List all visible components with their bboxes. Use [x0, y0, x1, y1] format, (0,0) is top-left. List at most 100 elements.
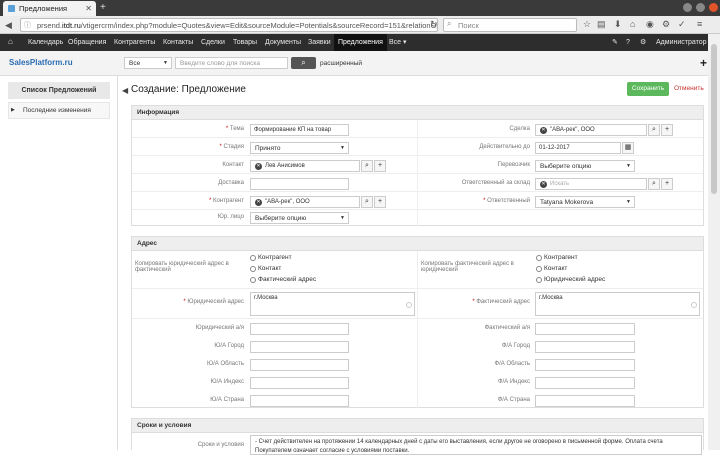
legal-zip-input[interactable]: [250, 377, 349, 389]
form-row: [132, 289, 703, 319]
deal-add-button[interactable]: +: [661, 124, 673, 136]
carrier-select[interactable]: Выберите опцию ▼: [535, 160, 635, 172]
fact-country-input[interactable]: [535, 395, 635, 407]
nav-documents[interactable]: Документы: [261, 34, 305, 51]
delivery-label: Доставка: [218, 180, 244, 186]
legal-entity-select[interactable]: Выберите опцию ▼: [250, 212, 349, 224]
info-icon[interactable]: ⓘ: [24, 20, 31, 30]
pencil-icon[interactable]: ✎: [608, 34, 622, 51]
nav-products[interactable]: Товары: [229, 34, 261, 51]
user-menu[interactable]: Администратор ▾: [652, 34, 716, 51]
deal-search-button[interactable]: ⌕: [648, 124, 660, 136]
add-icon[interactable]: +: [700, 56, 707, 70]
menu-icon[interactable]: ≡: [697, 19, 702, 29]
chevron-down-icon: ▼: [626, 199, 631, 205]
warehouse-field[interactable]: ✕ Искать: [535, 178, 647, 190]
window-maximize-button[interactable]: [696, 3, 705, 12]
address-bar[interactable]: prsend.itdt.ru/vtigercrm/index.php?modul…: [20, 18, 438, 32]
warehouse-add-button[interactable]: +: [661, 178, 673, 190]
home-icon[interactable]: ⌂: [630, 19, 635, 29]
contact-add-button[interactable]: +: [374, 160, 386, 172]
search-scope-select[interactable]: Все ▼: [124, 57, 172, 69]
account-search-button[interactable]: ⌕: [361, 196, 373, 208]
star-icon[interactable]: ☆: [583, 19, 591, 30]
deal-value: "АВА-рек", ООО: [550, 127, 595, 133]
carrier-value: Выберите опцию: [540, 163, 592, 170]
scrollbar[interactable]: [708, 34, 720, 450]
legal-pobox-input[interactable]: [250, 323, 349, 335]
stage-select[interactable]: Принято ▼: [250, 142, 349, 154]
nav-accounts[interactable]: Контрагенты: [110, 34, 159, 51]
reload-icon[interactable]: ↻: [430, 19, 438, 30]
scrollbar-thumb[interactable]: [711, 44, 717, 194]
url-prefix: prsend.: [37, 21, 63, 30]
sidebar-title[interactable]: Список Предложений: [8, 82, 110, 99]
fact-region-input[interactable]: [535, 359, 635, 371]
theme-input[interactable]: Формирование КП на товар: [250, 124, 349, 136]
section-header-terms: Сроки и условия: [131, 418, 704, 433]
account-add-button[interactable]: +: [374, 196, 386, 208]
window-close-button[interactable]: [709, 3, 718, 12]
nav-quotes[interactable]: Предложения: [334, 34, 387, 51]
contact-field[interactable]: ✕ Лев Анисимов: [250, 160, 360, 172]
nav-deals[interactable]: Сделки: [197, 34, 229, 51]
reading-list-icon[interactable]: ▤: [597, 19, 606, 30]
clear-icon[interactable]: ✕: [540, 127, 547, 134]
fact-city-input[interactable]: [535, 341, 635, 353]
legal-city-input[interactable]: [250, 341, 349, 353]
legal-country-label: Ю/А Страна: [210, 397, 244, 403]
legal-region-label: Ю/А Область: [207, 361, 244, 367]
legal-country-input[interactable]: [250, 395, 349, 407]
fact-zip-input[interactable]: [535, 377, 635, 389]
global-search-input[interactable]: Введите слово для поиска: [175, 57, 288, 69]
fact-city-label: Ф/А Город: [501, 343, 530, 349]
close-icon[interactable]: ✕: [85, 4, 92, 13]
deal-field[interactable]: ✕ "АВА-рек", ООО: [535, 124, 647, 136]
browser-tab[interactable]: Предложения ✕: [3, 1, 96, 16]
contact-label: Контакт: [222, 162, 244, 168]
window-minimize-button[interactable]: [683, 3, 692, 12]
valid-until-input[interactable]: 01-12-2017: [535, 142, 621, 154]
contact-search-button[interactable]: ⌕: [361, 160, 373, 172]
clear-icon[interactable]: ✕: [255, 163, 262, 170]
url-host: itdt.ru: [62, 21, 81, 30]
browser-search-input[interactable]: Поиск: [443, 18, 577, 32]
extension-icon[interactable]: ◉: [646, 19, 654, 30]
warehouse-placeholder: Искать: [550, 181, 570, 187]
fact-pobox-label: Фактический а/я: [484, 325, 530, 331]
home-icon[interactable]: ⌂: [8, 37, 13, 46]
delivery-input[interactable]: [250, 178, 349, 190]
theme-label: * Тема: [225, 126, 244, 132]
help-icon[interactable]: ?: [622, 34, 634, 51]
save-button[interactable]: Сохранить: [627, 82, 669, 96]
calendar-icon[interactable]: ▦: [622, 142, 634, 154]
nav-all[interactable]: Все ▾: [385, 34, 411, 51]
addon-tick-icon[interactable]: ✓: [678, 19, 686, 30]
fact-pobox-input[interactable]: [535, 323, 635, 335]
assigned-select[interactable]: Tatyana Mokerova ▼: [535, 196, 635, 208]
section-header-address: Адрес: [131, 236, 704, 251]
clear-icon[interactable]: ✕: [255, 199, 262, 206]
nav-orders[interactable]: Заявки: [304, 34, 335, 51]
collapse-sidebar-icon[interactable]: ◀: [122, 86, 128, 95]
legal-region-input[interactable]: [250, 359, 349, 371]
cancel-link[interactable]: Отменить: [674, 85, 704, 92]
advanced-search-link[interactable]: расширенный: [320, 60, 362, 67]
nav-calendar[interactable]: Календарь: [24, 34, 67, 51]
terms-textarea[interactable]: - Счет действителен на протяжении 14 кал…: [250, 435, 702, 455]
legal-pobox-label: Юридический а/я: [195, 325, 244, 331]
account-field[interactable]: ✕ "АВА-рек", ООО: [250, 196, 360, 208]
download-icon[interactable]: ⬇: [614, 19, 622, 30]
settings-icon[interactable]: ⚙: [636, 34, 650, 51]
search-icon: ⌕: [447, 19, 452, 28]
addon-icon[interactable]: ⚙: [662, 19, 670, 30]
stage-label: * Стадия: [219, 144, 244, 150]
sidebar-item-recent[interactable]: Последние изменения: [8, 102, 110, 119]
nav-contacts[interactable]: Контакты: [159, 34, 197, 51]
search-button[interactable]: ⌕: [291, 57, 316, 69]
back-arrow-icon[interactable]: ◀: [5, 20, 12, 30]
nav-tickets[interactable]: Обращения: [64, 34, 110, 51]
new-tab-icon[interactable]: +: [100, 2, 106, 13]
warehouse-search-button[interactable]: ⌕: [648, 178, 660, 190]
clear-icon[interactable]: ✕: [540, 181, 547, 188]
